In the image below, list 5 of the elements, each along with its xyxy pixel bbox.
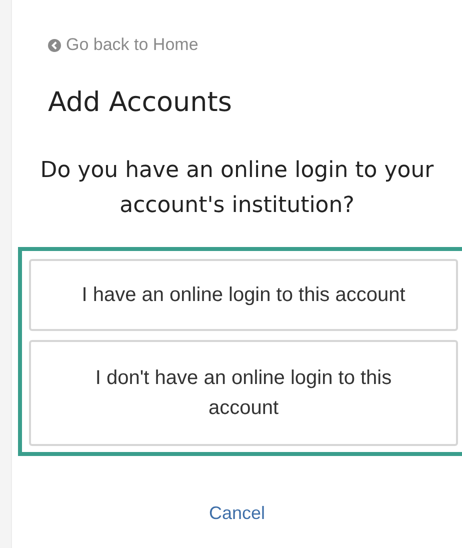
page-title: Add Accounts: [48, 86, 233, 120]
option-button[interactable]: I don't have an online login to this account: [29, 340, 458, 446]
question-heading: Do you have an online login to your account's institution?: [39, 156, 435, 220]
cancel-link[interactable]: Cancel: [208, 502, 266, 522]
option-button[interactable]: I have an online login to this account: [29, 258, 458, 330]
